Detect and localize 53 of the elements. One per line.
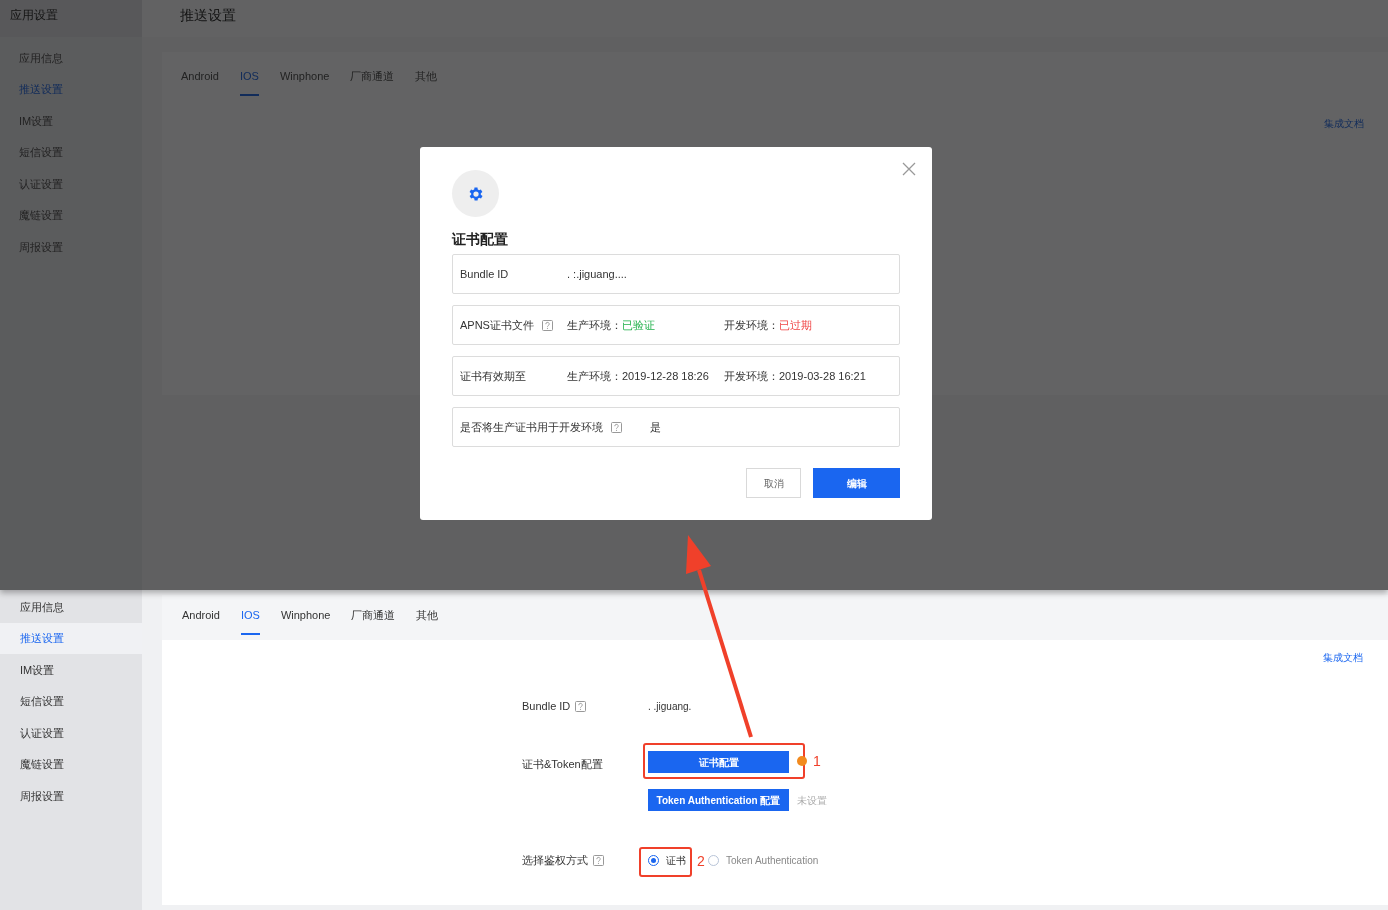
app-title: 应用设置: [0, 0, 142, 37]
field-label: 生产环境：: [567, 368, 622, 384]
bundle-id-value: . .jiguang.: [648, 699, 692, 714]
annotation-number: 2: [697, 852, 705, 871]
row-label: 证书有效期至: [460, 368, 526, 384]
token-config-button[interactable]: Token Authentication 配置: [648, 789, 789, 811]
status-text: 未设置: [797, 793, 827, 808]
page-title: 推送设置: [142, 0, 1388, 37]
close-icon[interactable]: [902, 162, 916, 176]
row-label: 是否将生产证书用于开发环境: [460, 419, 603, 435]
tab[interactable]: Winphone: [280, 606, 331, 635]
row-label: APNS证书文件: [460, 317, 534, 333]
help-icon[interactable]: [575, 700, 587, 712]
tab[interactable]: 其他: [415, 67, 438, 96]
form-label: 选择鉴权方式: [522, 853, 588, 868]
field-label: 开发环境：: [724, 368, 779, 384]
help-icon[interactable]: [541, 319, 553, 331]
dialog-title: 证书配置: [452, 230, 508, 249]
sidebar-item[interactable]: 应用信息: [0, 591, 142, 623]
sidebar-item[interactable]: IM设置: [0, 654, 142, 686]
radio-option[interactable]: Token Authentication: [708, 852, 819, 868]
docs-link[interactable]: 集成文档: [1323, 650, 1363, 665]
field-value: 2019-03-28 16:21: [779, 368, 866, 384]
tab[interactable]: 厂商通道: [350, 67, 395, 96]
field-value: 是: [650, 419, 661, 435]
tab[interactable]: Android: [181, 67, 219, 96]
row-label: Bundle ID: [460, 266, 509, 282]
field-value: . :.jiguang....: [567, 266, 627, 282]
form-label: Bundle ID: [522, 698, 571, 714]
sidebar-item[interactable]: 认证设置: [0, 717, 142, 749]
sidebar-item[interactable]: 魔链设置: [0, 748, 142, 780]
highlight-frame: [639, 847, 692, 877]
form-label: 证书&Token配置: [522, 757, 604, 772]
radio-option[interactable]: 证书: [648, 852, 686, 868]
tab[interactable]: IOS: [240, 606, 260, 635]
field-value: 2019-12-28 18:26: [622, 368, 709, 384]
help-icon[interactable]: [611, 421, 622, 433]
annotation-number: 1: [813, 752, 821, 771]
cert-config-button[interactable]: 证书配置: [648, 751, 789, 773]
cancel-button[interactable]: 取消: [746, 468, 801, 498]
tab[interactable]: 其他: [416, 606, 439, 635]
field-value: 已过期: [779, 317, 812, 333]
sidebar-item[interactable]: 推送设置: [0, 622, 142, 654]
edit-button[interactable]: 编辑: [813, 468, 900, 498]
tab[interactable]: Android: [182, 606, 220, 635]
tab[interactable]: Winphone: [279, 67, 330, 96]
field-label: 开发环境：: [724, 317, 779, 333]
field-label: 生产环境：: [567, 317, 622, 333]
sidebar-item[interactable]: 短信设置: [0, 685, 142, 717]
sidebar-item[interactable]: 周报设置: [0, 780, 142, 812]
help-icon[interactable]: [593, 854, 604, 866]
field-value: 已验证: [622, 317, 655, 333]
tab[interactable]: 厂商通道: [351, 606, 396, 635]
